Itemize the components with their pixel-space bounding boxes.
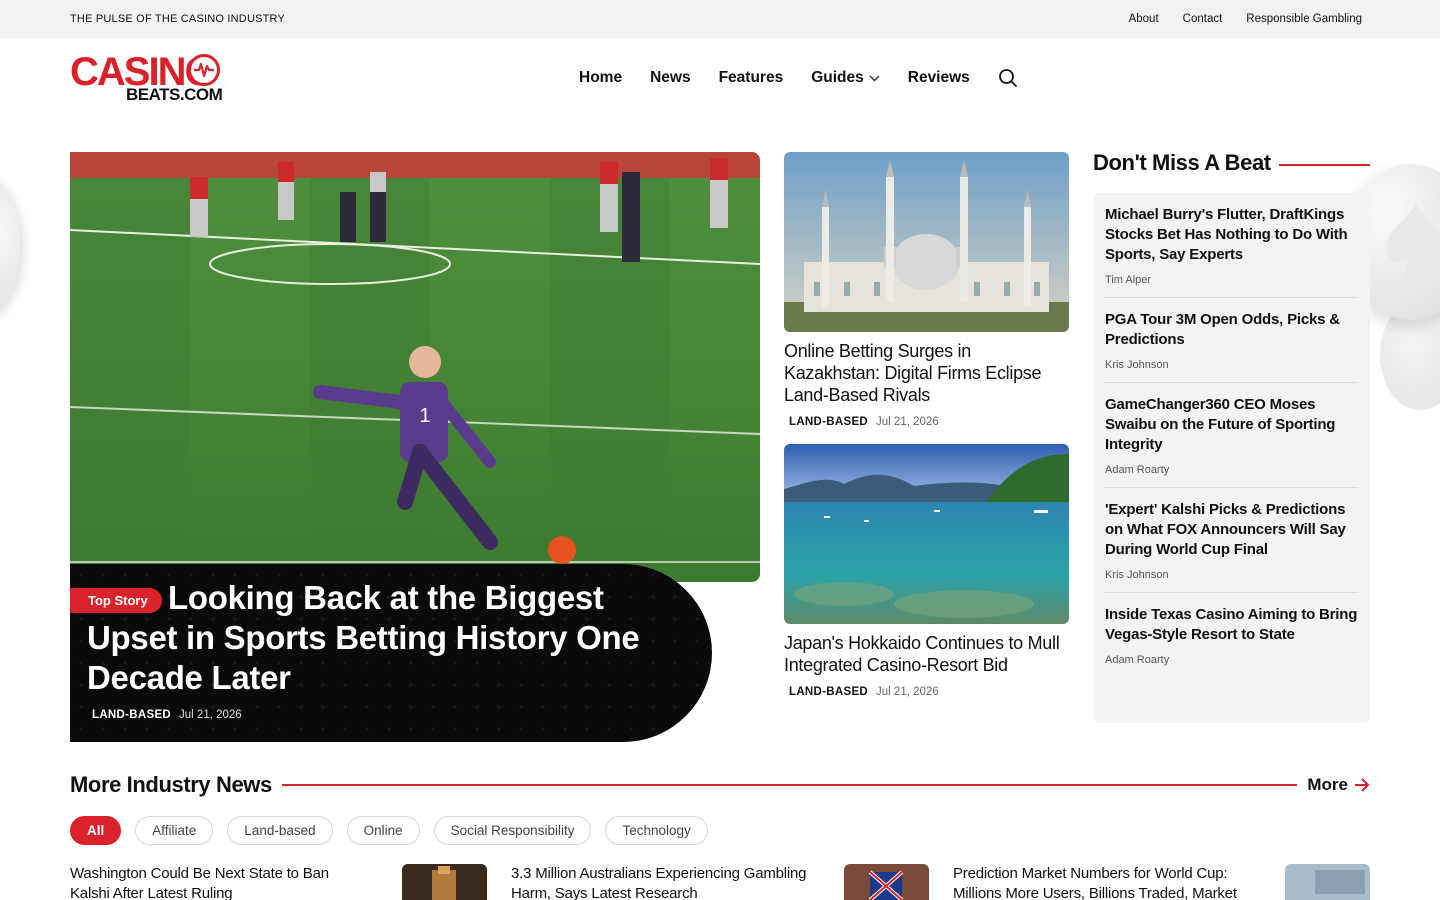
news-item-title[interactable]: 3.3 Million Australians Experiencing Gam… — [511, 864, 811, 900]
nav-guides[interactable]: Guides — [811, 69, 880, 87]
sidebar-item[interactable]: Michael Burry's Flutter, DraftKings Stoc… — [1105, 193, 1358, 298]
sidebar-item-author[interactable]: Adam Roarty — [1105, 464, 1358, 476]
article-card[interactable]: Japan's Hokkaido Continues to Mull Integ… — [784, 444, 1069, 698]
sidebar-item[interactable]: PGA Tour 3M Open Odds, Picks & Predictio… — [1105, 298, 1358, 383]
filter-online[interactable]: Online — [346, 816, 420, 845]
news-thumbnail[interactable] — [402, 864, 487, 900]
sidebar-item-title[interactable]: 'Expert' Kalshi Picks & Predictions on W… — [1105, 500, 1358, 560]
sidebar-item[interactable]: Inside Texas Casino Aiming to Bring Vega… — [1105, 593, 1358, 677]
card-date: Jul 21, 2026 — [876, 686, 939, 698]
sidebar-item-author[interactable]: Tim Alper — [1105, 274, 1358, 286]
decorative-chip-left — [0, 176, 20, 314]
more-news-list: Washington Could Be Next State to Ban Ka… — [70, 864, 1370, 900]
top-utility-bar: THE PULSE OF THE CASINO INDUSTRY About C… — [0, 0, 1440, 38]
hero-top-story[interactable]: 1 Top Story Looking Back at the Biggest … — [70, 152, 760, 742]
card-date: Jul 21, 2026 — [876, 416, 939, 428]
filter-social-responsibility[interactable]: Social Responsibility — [433, 816, 592, 845]
utility-links: About Contact Responsible Gambling — [1129, 13, 1362, 25]
about-link[interactable]: About — [1129, 13, 1159, 25]
sidebar-rule — [1278, 163, 1370, 166]
site-logo[interactable]: CASINO BEATS.COM — [70, 52, 223, 104]
nav-guides-label: Guides — [811, 69, 864, 86]
sidebar-item-author[interactable]: Kris Johnson — [1105, 359, 1358, 371]
filter-all[interactable]: All — [70, 816, 122, 845]
card-title[interactable]: Japan's Hokkaido Continues to Mull Integ… — [784, 632, 1069, 676]
responsible-gambling-link[interactable]: Responsible Gambling — [1246, 13, 1362, 25]
sidebar-list: Michael Burry's Flutter, DraftKings Stoc… — [1093, 193, 1370, 723]
hero-date: Jul 21, 2026 — [179, 709, 242, 721]
card-category[interactable]: LAND-BASED — [784, 416, 868, 428]
chevron-down-icon — [869, 74, 880, 82]
sidebar-item-title[interactable]: GameChanger360 CEO Moses Swaibu on the F… — [1105, 395, 1358, 455]
article-card[interactable]: Online Betting Surges in Kazakhstan: Dig… — [784, 152, 1069, 428]
sidebar-item-author[interactable]: Kris Johnson — [1105, 569, 1358, 581]
hero-caption-panel: Top Story Looking Back at the Biggest Up… — [70, 564, 712, 742]
arrow-right-icon — [1355, 778, 1370, 792]
category-filters: All Affiliate Land-based Online Social R… — [70, 816, 708, 845]
contact-link[interactable]: Contact — [1183, 13, 1223, 25]
news-thumbnail[interactable] — [1285, 864, 1370, 900]
news-item-title[interactable]: Washington Could Be Next State to Ban Ka… — [70, 864, 370, 900]
main-nav: Home News Features Guides Reviews — [579, 68, 1018, 88]
logo-beats-text: BEATS.COM — [126, 85, 223, 104]
hero-image: 1 — [70, 152, 760, 582]
sidebar-item-title[interactable]: Inside Texas Casino Aiming to Bring Vega… — [1105, 605, 1358, 645]
sidebar-title: Don't Miss A Beat — [1093, 150, 1271, 175]
hero-category[interactable]: LAND-BASED — [87, 709, 171, 721]
card-image-lake — [784, 444, 1069, 624]
svg-text:1: 1 — [419, 405, 430, 427]
filter-affiliate[interactable]: Affiliate — [135, 816, 214, 845]
sidebar-heading: Don't Miss A Beat — [1093, 150, 1370, 176]
news-item-title[interactable]: Prediction Market Numbers for World Cup:… — [953, 864, 1273, 900]
filter-technology[interactable]: Technology — [605, 816, 708, 845]
nav-features[interactable]: Features — [719, 69, 784, 87]
news-thumbnail[interactable] — [844, 864, 929, 900]
sidebar-item-title[interactable]: PGA Tour 3M Open Odds, Picks & Predictio… — [1105, 310, 1358, 350]
more-news-rule — [281, 784, 1298, 786]
heartbeat-icon — [188, 54, 220, 86]
search-icon[interactable] — [998, 68, 1018, 88]
more-link[interactable]: More — [1307, 775, 1370, 795]
nav-news[interactable]: News — [650, 69, 691, 87]
nav-reviews[interactable]: Reviews — [908, 69, 970, 87]
filter-land-based[interactable]: Land-based — [227, 816, 333, 845]
hero-title[interactable]: Looking Back at the Biggest Upset in Spo… — [87, 578, 677, 698]
hero-meta: LAND-BASED Jul 21, 2026 — [87, 709, 242, 721]
sidebar-item[interactable]: GameChanger360 CEO Moses Swaibu on the F… — [1105, 383, 1358, 488]
more-news-header: More Industry News More — [70, 772, 1370, 798]
more-link-label: More — [1307, 775, 1348, 794]
sidebar-item-author[interactable]: Adam Roarty — [1105, 654, 1358, 666]
sidebar-item[interactable]: 'Expert' Kalshi Picks & Predictions on W… — [1105, 488, 1358, 593]
card-meta: LAND-BASED Jul 21, 2026 — [784, 416, 1069, 428]
more-news-title: More Industry News — [70, 772, 272, 797]
card-title[interactable]: Online Betting Surges in Kazakhstan: Dig… — [784, 340, 1069, 406]
card-category[interactable]: LAND-BASED — [784, 686, 868, 698]
card-image-mosque — [784, 152, 1069, 332]
sidebar-item-title[interactable]: Michael Burry's Flutter, DraftKings Stoc… — [1105, 205, 1358, 265]
site-header: CASINO BEATS.COM Home News Features Guid… — [0, 38, 1440, 118]
nav-home[interactable]: Home — [579, 69, 622, 87]
site-tagline: THE PULSE OF THE CASINO INDUSTRY — [70, 13, 286, 25]
card-meta: LAND-BASED Jul 21, 2026 — [784, 686, 1069, 698]
